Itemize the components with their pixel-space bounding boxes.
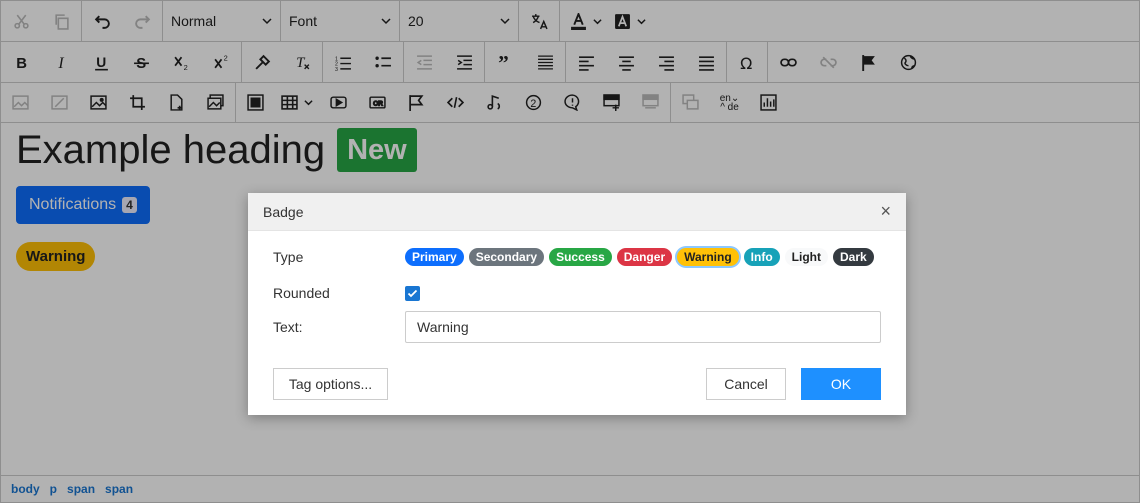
badge-type-options: Primary Secondary Success Danger Warning Info…: [405, 248, 879, 266]
text-row: Text:: [273, 311, 881, 343]
tag-options-button[interactable]: Tag options...: [273, 368, 388, 400]
rounded-checkbox[interactable]: [405, 285, 420, 301]
rounded-row: Rounded: [273, 285, 420, 301]
badge-type-primary[interactable]: Primary: [405, 248, 464, 266]
badge-type-success[interactable]: Success: [549, 248, 612, 266]
dialog-header: Badge ×: [248, 193, 906, 231]
badge-type-danger[interactable]: Danger: [616, 248, 673, 266]
badge-dialog: Badge × Type Primary Secondary Success Dang…: [248, 193, 906, 415]
rounded-label: Rounded: [273, 285, 330, 301]
checkmark-icon: [407, 289, 418, 297]
badge-text-input[interactable]: [405, 311, 881, 343]
badge-type-warning[interactable]: Warning: [677, 248, 739, 266]
text-label: Text:: [273, 319, 303, 335]
badge-type-secondary[interactable]: Secondary: [468, 248, 545, 266]
cancel-button[interactable]: Cancel: [706, 368, 786, 400]
badge-type-info[interactable]: Info: [743, 248, 780, 266]
ok-button[interactable]: OK: [801, 368, 881, 400]
badge-type-light[interactable]: Light: [784, 248, 828, 266]
close-icon[interactable]: ×: [880, 201, 891, 222]
dialog-title: Badge: [263, 203, 304, 220]
type-row: Type Primary Secondary Success Danger Warnin…: [273, 248, 879, 266]
type-label: Type: [273, 249, 304, 265]
badge-type-dark[interactable]: Dark: [833, 248, 874, 266]
